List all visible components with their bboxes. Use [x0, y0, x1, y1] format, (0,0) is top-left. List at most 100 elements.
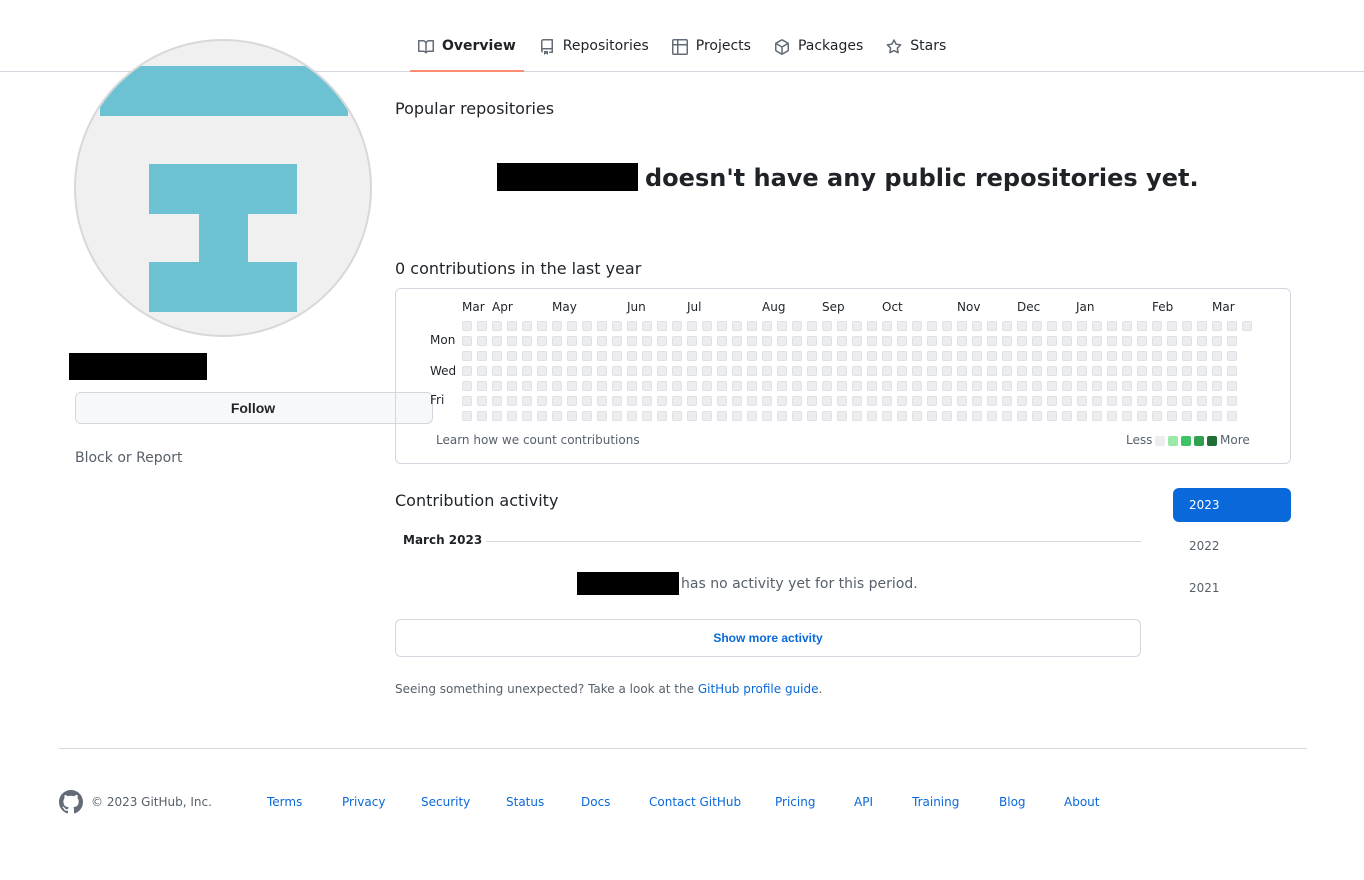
contribution-day-cell[interactable] [777, 321, 787, 331]
contribution-day-cell[interactable] [1122, 336, 1132, 346]
contribution-day-cell[interactable] [1197, 396, 1207, 406]
contribution-day-cell[interactable] [567, 396, 577, 406]
contribution-day-cell[interactable] [867, 411, 877, 421]
footer-link-privacy[interactable]: Privacy [342, 795, 385, 809]
contribution-day-cell[interactable] [582, 336, 592, 346]
contribution-day-cell[interactable] [927, 411, 937, 421]
contribution-day-cell[interactable] [672, 411, 682, 421]
contribution-day-cell[interactable] [837, 366, 847, 376]
contribution-day-cell[interactable] [462, 321, 472, 331]
contribution-day-cell[interactable] [567, 336, 577, 346]
contribution-day-cell[interactable] [1032, 396, 1042, 406]
tab-packages[interactable]: Packages [766, 22, 871, 72]
contribution-day-cell[interactable] [957, 381, 967, 391]
contribution-day-cell[interactable] [897, 366, 907, 376]
contribution-day-cell[interactable] [522, 381, 532, 391]
contribution-day-cell[interactable] [942, 366, 952, 376]
contribution-day-cell[interactable] [1002, 381, 1012, 391]
contribution-day-cell[interactable] [927, 381, 937, 391]
contribution-day-cell[interactable] [807, 396, 817, 406]
contribution-day-cell[interactable] [1227, 411, 1237, 421]
contribution-day-cell[interactable] [1017, 396, 1027, 406]
contribution-day-cell[interactable] [477, 336, 487, 346]
contribution-day-cell[interactable] [867, 336, 877, 346]
contribution-day-cell[interactable] [597, 336, 607, 346]
contribution-day-cell[interactable] [987, 366, 997, 376]
contribution-day-cell[interactable] [1212, 396, 1222, 406]
contribution-day-cell[interactable] [807, 411, 817, 421]
contribution-day-cell[interactable] [1227, 336, 1237, 346]
contribution-day-cell[interactable] [627, 351, 637, 361]
follow-button[interactable]: Follow [75, 392, 433, 424]
contribution-day-cell[interactable] [867, 396, 877, 406]
contribution-day-cell[interactable] [852, 366, 862, 376]
contribution-day-cell[interactable] [462, 351, 472, 361]
contribution-day-cell[interactable] [627, 366, 637, 376]
contribution-day-cell[interactable] [1017, 336, 1027, 346]
contribution-day-cell[interactable] [912, 366, 922, 376]
tab-projects[interactable]: Projects [664, 22, 759, 72]
contribution-day-cell[interactable] [1182, 396, 1192, 406]
contribution-day-cell[interactable] [537, 381, 547, 391]
contribution-day-cell[interactable] [687, 381, 697, 391]
year-2023-button[interactable]: 2023 [1173, 488, 1291, 522]
contribution-day-cell[interactable] [1107, 396, 1117, 406]
contribution-day-cell[interactable] [732, 321, 742, 331]
contribution-day-cell[interactable] [567, 381, 577, 391]
contribution-day-cell[interactable] [1152, 396, 1162, 406]
contribution-day-cell[interactable] [972, 351, 982, 361]
github-logo-icon[interactable] [59, 790, 83, 814]
contribution-day-cell[interactable] [822, 321, 832, 331]
contribution-day-cell[interactable] [852, 411, 862, 421]
contribution-day-cell[interactable] [702, 351, 712, 361]
contribution-day-cell[interactable] [522, 336, 532, 346]
contribution-day-cell[interactable] [1122, 396, 1132, 406]
contribution-day-cell[interactable] [477, 381, 487, 391]
contribution-day-cell[interactable] [1212, 381, 1222, 391]
contribution-day-cell[interactable] [852, 336, 862, 346]
contribution-day-cell[interactable] [717, 321, 727, 331]
contribution-day-cell[interactable] [702, 366, 712, 376]
contribution-day-cell[interactable] [867, 321, 877, 331]
contribution-day-cell[interactable] [552, 381, 562, 391]
contribution-day-cell[interactable] [777, 351, 787, 361]
contribution-day-cell[interactable] [642, 396, 652, 406]
contribution-day-cell[interactable] [867, 351, 877, 361]
contribution-day-cell[interactable] [1122, 411, 1132, 421]
contribution-day-cell[interactable] [822, 351, 832, 361]
contribution-day-cell[interactable] [1152, 336, 1162, 346]
contribution-day-cell[interactable] [657, 411, 667, 421]
contribution-day-cell[interactable] [732, 366, 742, 376]
contribution-day-cell[interactable] [1137, 411, 1147, 421]
contribution-day-cell[interactable] [1137, 336, 1147, 346]
contribution-day-cell[interactable] [837, 351, 847, 361]
contribution-day-cell[interactable] [1032, 351, 1042, 361]
contribution-day-cell[interactable] [462, 366, 472, 376]
contribution-day-cell[interactable] [1137, 381, 1147, 391]
contribution-day-cell[interactable] [462, 396, 472, 406]
contribution-day-cell[interactable] [1062, 351, 1072, 361]
contribution-day-cell[interactable] [627, 321, 637, 331]
contribution-day-cell[interactable] [747, 351, 757, 361]
contribution-day-cell[interactable] [1032, 321, 1042, 331]
contribution-day-cell[interactable] [897, 381, 907, 391]
contribution-day-cell[interactable] [1227, 351, 1237, 361]
contribution-day-cell[interactable] [927, 321, 937, 331]
contribution-day-cell[interactable] [942, 321, 952, 331]
contribution-day-cell[interactable] [642, 366, 652, 376]
contribution-day-cell[interactable] [462, 336, 472, 346]
contribution-day-cell[interactable] [507, 366, 517, 376]
contribution-day-cell[interactable] [702, 396, 712, 406]
contribution-day-cell[interactable] [882, 336, 892, 346]
contribution-day-cell[interactable] [567, 366, 577, 376]
contribution-day-cell[interactable] [882, 411, 892, 421]
contribution-day-cell[interactable] [1047, 366, 1057, 376]
contribution-day-cell[interactable] [1017, 351, 1027, 361]
profile-guide-link[interactable]: GitHub profile guide [698, 682, 819, 696]
contribution-day-cell[interactable] [492, 336, 502, 346]
contribution-day-cell[interactable] [792, 321, 802, 331]
footer-link-blog[interactable]: Blog [999, 795, 1026, 809]
contribution-day-cell[interactable] [942, 411, 952, 421]
contribution-day-cell[interactable] [612, 321, 622, 331]
contribution-day-cell[interactable] [687, 366, 697, 376]
